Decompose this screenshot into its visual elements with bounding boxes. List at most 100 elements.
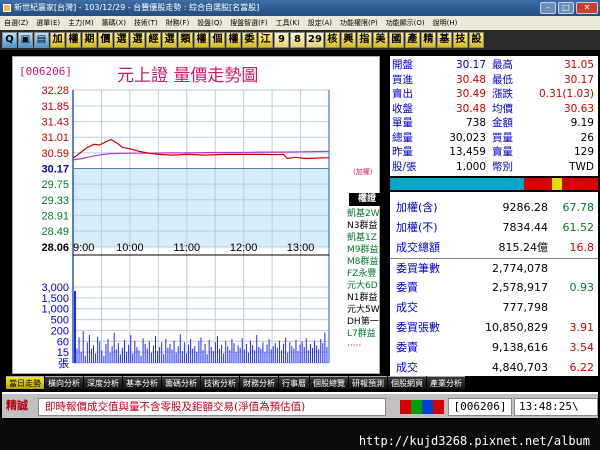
analysis-tab[interactable]: 個股網頁: [388, 376, 426, 389]
toolbar-button[interactable]: 國: [388, 32, 404, 48]
maximize-button[interactable]: □: [558, 2, 574, 14]
info-extra: 3.54: [569, 341, 595, 354]
toolbar-button[interactable]: Q: [2, 32, 17, 48]
analysis-tab[interactable]: 研報預測: [349, 376, 387, 389]
quote-value: 30.63: [563, 102, 594, 115]
menu-item[interactable]: 功能顯示(O): [382, 16, 429, 30]
menu-item[interactable]: 主力(M): [64, 16, 98, 30]
menu-item[interactable]: 財務(F): [162, 16, 194, 30]
broker-item[interactable]: N3群益: [347, 221, 377, 232]
toolbar-button[interactable]: ▣: [18, 32, 33, 48]
broker-item[interactable]: M9群益: [347, 245, 379, 256]
broker-item[interactable]: DH第一: [347, 317, 379, 328]
toolbar-button[interactable]: 9: [274, 32, 289, 48]
toolbar-button[interactable]: 核: [324, 32, 340, 48]
app-icon: [3, 4, 11, 12]
toolbar: Q ▣ ▤ 加權期價選選經選類權個權委江 9 8 29 核興指美國產精基技設: [0, 30, 600, 50]
quote-value: 26: [580, 131, 594, 144]
analysis-tab[interactable]: 技術分析: [201, 376, 239, 389]
menu-item[interactable]: 功能權限(P): [336, 16, 382, 30]
toolbar-button[interactable]: 美: [372, 32, 388, 48]
price-tick-label: 28.49: [41, 226, 69, 238]
menu-item[interactable]: 搜盤智選(F): [226, 16, 272, 30]
toolbar-button[interactable]: 加: [50, 32, 65, 48]
menu-item[interactable]: 選單(E): [32, 16, 64, 30]
menu-item[interactable]: 技術(T): [130, 16, 162, 30]
minimize-button[interactable]: –: [540, 2, 556, 14]
toolbar-button[interactable]: 選: [130, 32, 145, 48]
toolbar-button[interactable]: 設: [468, 32, 484, 48]
toolbar-button[interactable]: 江: [258, 32, 273, 48]
toolbar-button[interactable]: 選: [114, 32, 129, 48]
quote-value: 30,023: [449, 131, 486, 144]
quote-row: 買進 30.48 最低 30.17: [390, 73, 598, 87]
analysis-tab[interactable]: 籌碼分析: [162, 376, 200, 389]
toolbar-button[interactable]: 興: [340, 32, 356, 48]
toolbar-button[interactable]: 指: [356, 32, 372, 48]
menu-item[interactable]: 自選(Z): [0, 16, 32, 30]
toolbar-button[interactable]: 技: [452, 32, 468, 48]
price-tick-label: 28.06: [41, 242, 69, 254]
info-extra: 6.22: [569, 361, 595, 374]
quote-label: 單量: [392, 117, 413, 129]
menu-item[interactable]: 說明(H): [429, 16, 462, 30]
toolbar-button[interactable]: ▤: [34, 32, 49, 48]
toolbar-button[interactable]: 經: [146, 32, 161, 48]
analysis-tab[interactable]: 個股總覽: [310, 376, 348, 389]
intraday-chart[interactable]: 32.28 31.85 31.43 31.01 30.59 30.17 29.75 29.33…: [13, 57, 381, 375]
toolbar-button[interactable]: 8: [290, 32, 305, 48]
analysis-tab[interactable]: 深度分析: [84, 376, 122, 389]
toolbar-button[interactable]: 類: [178, 32, 193, 48]
toolbar-button[interactable]: 選: [162, 32, 177, 48]
price-line: [72, 138, 330, 160]
broker-item[interactable]: M8群益: [347, 257, 379, 268]
menu-bar: 自選(Z) 選單(E) 主力(M) 籌碼(X) 技術(T) 財務(F) 設盤(Q) 搜盤智選(…: [0, 16, 600, 30]
info-label: 委買張數: [396, 321, 440, 334]
quote-value: TWD: [569, 160, 594, 173]
toolbar-button[interactable]: 期: [82, 32, 97, 48]
analysis-tab[interactable]: 當日走勢: [6, 376, 44, 389]
quote-label: 最低: [492, 73, 513, 86]
broker-item[interactable]: N1群益: [347, 293, 377, 304]
toolbar-button[interactable]: 產: [404, 32, 420, 48]
close-button[interactable]: ✕: [576, 2, 598, 14]
broker-item[interactable]: 元大6D: [347, 281, 378, 292]
price-tick-label: 29.75: [41, 179, 69, 191]
toolbar-button[interactable]: 委: [242, 32, 257, 48]
toolbar-button[interactable]: 精: [420, 32, 436, 48]
analysis-tab[interactable]: 基本分析: [123, 376, 161, 389]
broker-item[interactable]: 凱基1Z: [347, 233, 377, 244]
broker-item[interactable]: L7群益: [347, 329, 376, 340]
toolbar-button[interactable]: 權: [226, 32, 241, 48]
toolbar-button[interactable]: 權: [66, 32, 81, 48]
broker-item[interactable]: 元大5W: [347, 305, 380, 316]
toolbar-button[interactable]: 價: [98, 32, 113, 48]
quote-value: 30.48: [455, 73, 486, 86]
bid-ask-bar: [390, 176, 598, 192]
menu-item[interactable]: 工具(K): [272, 16, 304, 30]
analysis-tab[interactable]: 行事曆: [279, 376, 309, 389]
toolbar-button[interactable]: 個: [210, 32, 225, 48]
info-value: 7834.44: [502, 221, 549, 234]
menu-item[interactable]: 設定(A): [304, 16, 336, 30]
info-label: 委賣: [396, 281, 418, 294]
analysis-tab[interactable]: 橫向分析: [45, 376, 83, 389]
quote-value: 30.17: [563, 73, 594, 86]
broker-item[interactable]: 凱基2W: [347, 209, 380, 220]
broker-item[interactable]: FZ永豐: [347, 269, 376, 280]
volume-tick-label: 張: [58, 357, 69, 370]
price-tick-label: 30.17: [41, 164, 69, 176]
toolbar-button[interactable]: 29: [306, 32, 324, 48]
status-clock: 13:48:25\: [514, 398, 598, 416]
toolbar-button[interactable]: 基: [436, 32, 452, 48]
quote-value: 0.31(1.03): [539, 88, 594, 100]
status-stock-code[interactable]: [006206]: [448, 398, 512, 416]
quote-label: 漲跌: [492, 88, 513, 100]
quote-label: 收盤: [392, 102, 413, 115]
broker-item[interactable]: ·····: [347, 341, 361, 352]
menu-item[interactable]: 籌碼(X): [98, 16, 130, 30]
toolbar-button[interactable]: 權: [194, 32, 209, 48]
menu-item[interactable]: 設盤(Q): [193, 16, 226, 30]
analysis-tab[interactable]: 財務分析: [240, 376, 278, 389]
analysis-tab[interactable]: 產業分析: [427, 376, 465, 389]
